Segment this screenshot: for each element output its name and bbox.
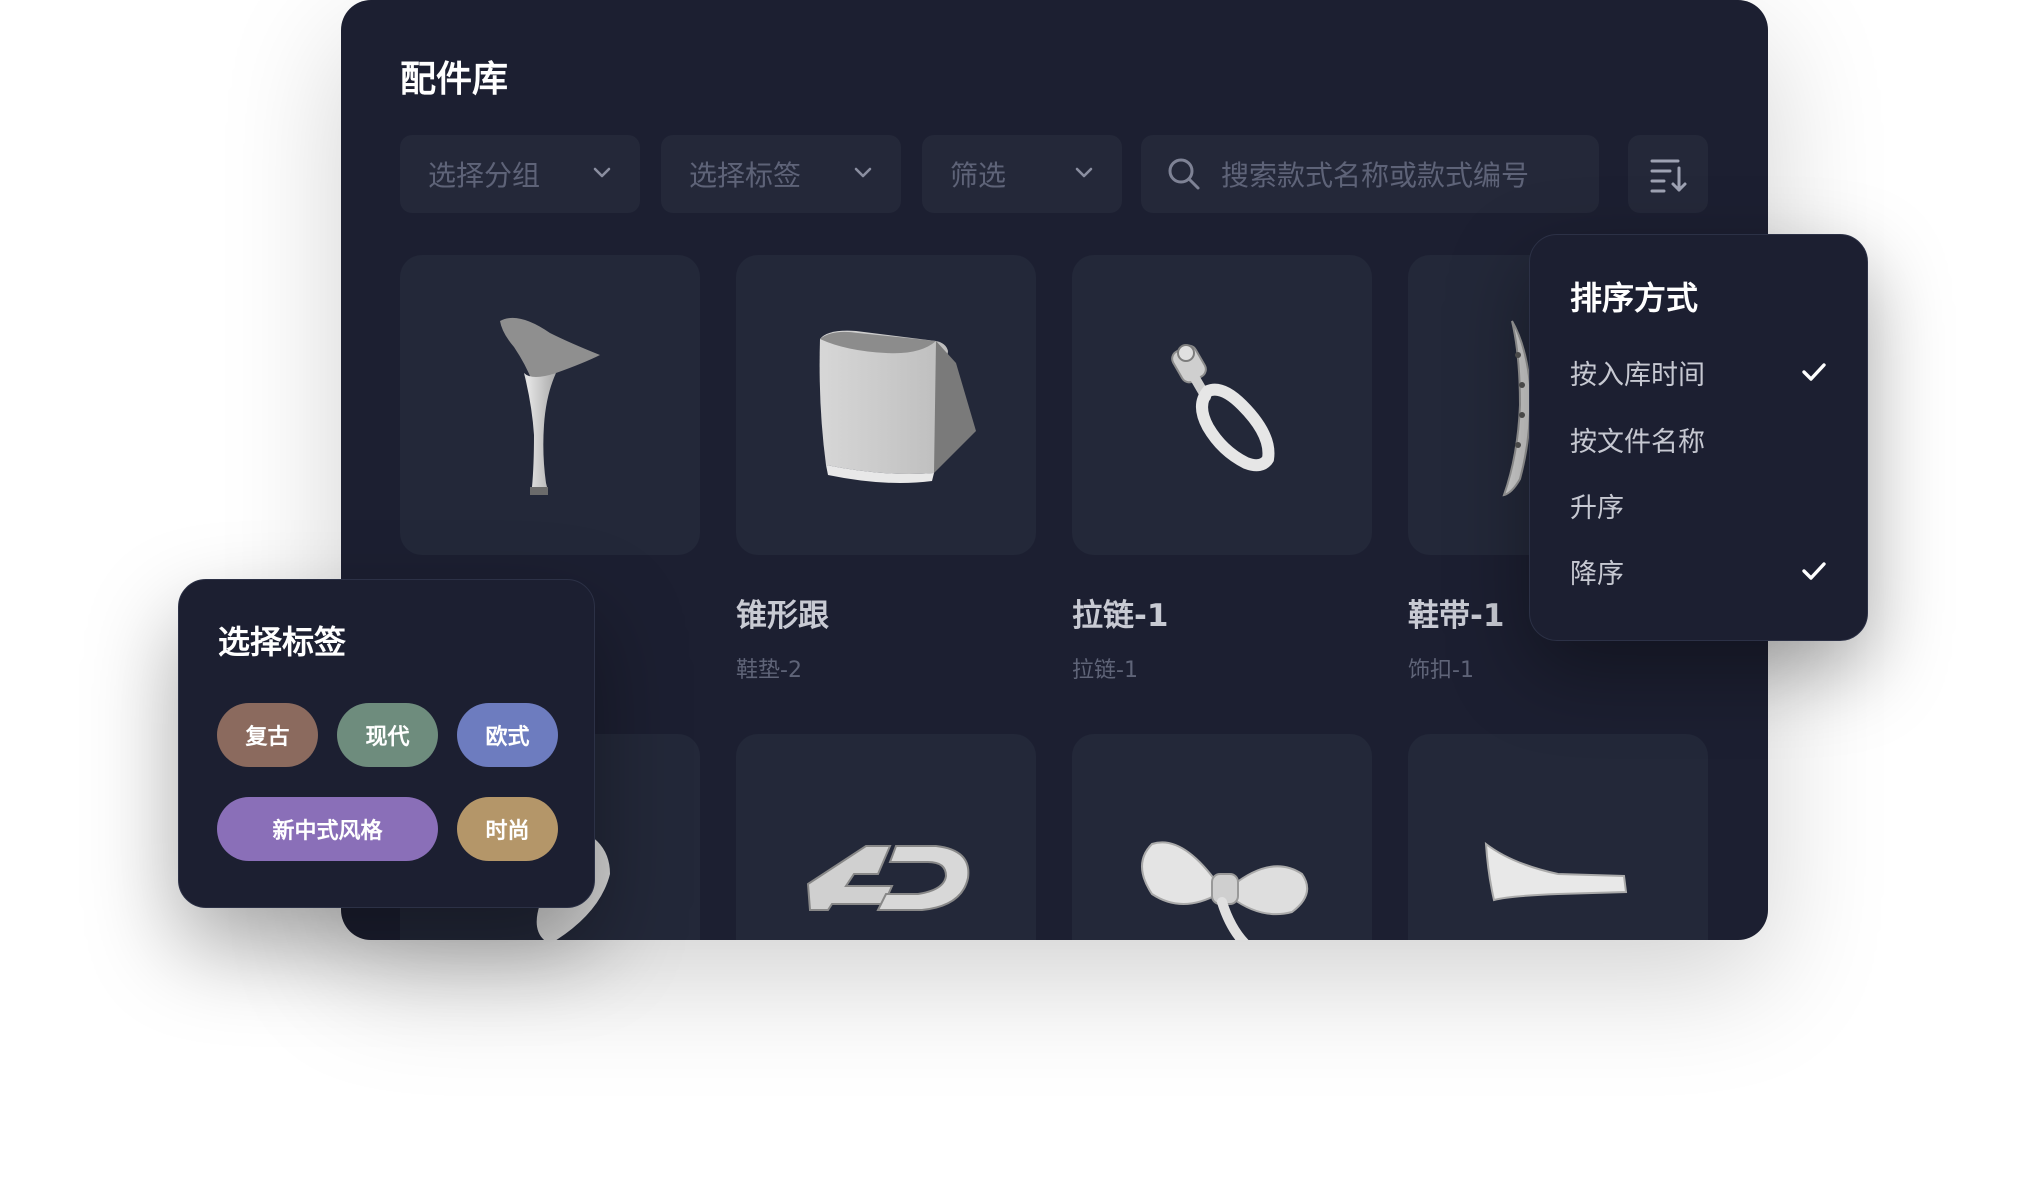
item-card-4d-logo[interactable] <box>736 734 1036 940</box>
stage: 配件库 选择分组 选择标签 筛选 搜索款式名称或款式编号 锥形跟 鞋垫-2 拉链… <box>0 0 2044 1191</box>
sort-icon <box>1650 159 1687 193</box>
wedge-icon <box>1484 841 1628 902</box>
item-sub: 饰扣-1 <box>1408 658 1474 683</box>
sort-popup-title: 排序方式 <box>1570 279 1699 317</box>
filter-select[interactable]: 筛选 <box>922 135 1122 213</box>
group-select-placeholder: 选择分组 <box>428 159 541 192</box>
item-card-bow[interactable] <box>1072 734 1372 940</box>
sort-option-by-file-name[interactable]: 按文件名称 <box>1570 420 1705 459</box>
tag-chip-fashion[interactable]: 时尚 <box>457 797 558 861</box>
sort-option-descending[interactable]: 降序 <box>1570 552 1624 591</box>
check-icon <box>1802 363 1826 381</box>
chevron-down-icon <box>854 167 872 178</box>
search-icon <box>1168 158 1200 190</box>
tag-chip-retro[interactable]: 复古 <box>217 703 318 767</box>
tag-popup: 选择标签 复古 现代 欧式 新中式风格 时尚 <box>178 579 595 908</box>
item-name: 拉链-1 <box>1072 598 1169 634</box>
item-card-wedge[interactable] <box>1408 734 1708 940</box>
tag-chip-european[interactable]: 欧式 <box>457 703 558 767</box>
item-card-cone-heel[interactable] <box>736 255 1036 555</box>
item-name: 鞋带-1 <box>1408 598 1505 634</box>
search-input[interactable]: 搜索款式名称或款式编号 <box>1141 135 1599 213</box>
chevron-down-icon <box>1075 167 1093 178</box>
bow-icon <box>1141 841 1309 940</box>
zipper-pull-icon <box>1171 344 1275 472</box>
cone-heel-icon <box>819 330 976 483</box>
sort-option-ascending[interactable]: 升序 <box>1570 486 1624 525</box>
group-select[interactable]: 选择分组 <box>400 135 640 213</box>
item-sub: 拉链-1 <box>1072 658 1138 683</box>
page-title: 配件库 <box>400 59 509 100</box>
item-card-stiletto-heel[interactable] <box>400 255 700 555</box>
sort-popup: 排序方式 按入库时间 按文件名称 升序 降序 <box>1529 234 1868 641</box>
item-sub: 鞋垫-2 <box>736 658 802 683</box>
item-name: 锥形跟 <box>736 598 829 634</box>
sort-option-by-entry-time[interactable]: 按入库时间 <box>1570 353 1705 392</box>
stiletto-heel-icon <box>500 317 600 495</box>
filter-select-placeholder: 筛选 <box>950 159 1007 192</box>
tag-popup-title: 选择标签 <box>218 623 347 661</box>
search-placeholder: 搜索款式名称或款式编号 <box>1221 159 1530 192</box>
item-card-zipper-pull[interactable] <box>1072 255 1372 555</box>
tag-chip-modern[interactable]: 现代 <box>337 703 438 767</box>
4d-logo-icon <box>806 845 970 911</box>
chevron-down-icon <box>593 167 611 178</box>
tag-select-placeholder: 选择标签 <box>689 159 802 192</box>
sort-button[interactable] <box>1628 135 1708 213</box>
tag-chip-new-chinese-style[interactable]: 新中式风格 <box>217 797 438 861</box>
check-icon <box>1802 562 1826 580</box>
tag-select[interactable]: 选择标签 <box>661 135 901 213</box>
